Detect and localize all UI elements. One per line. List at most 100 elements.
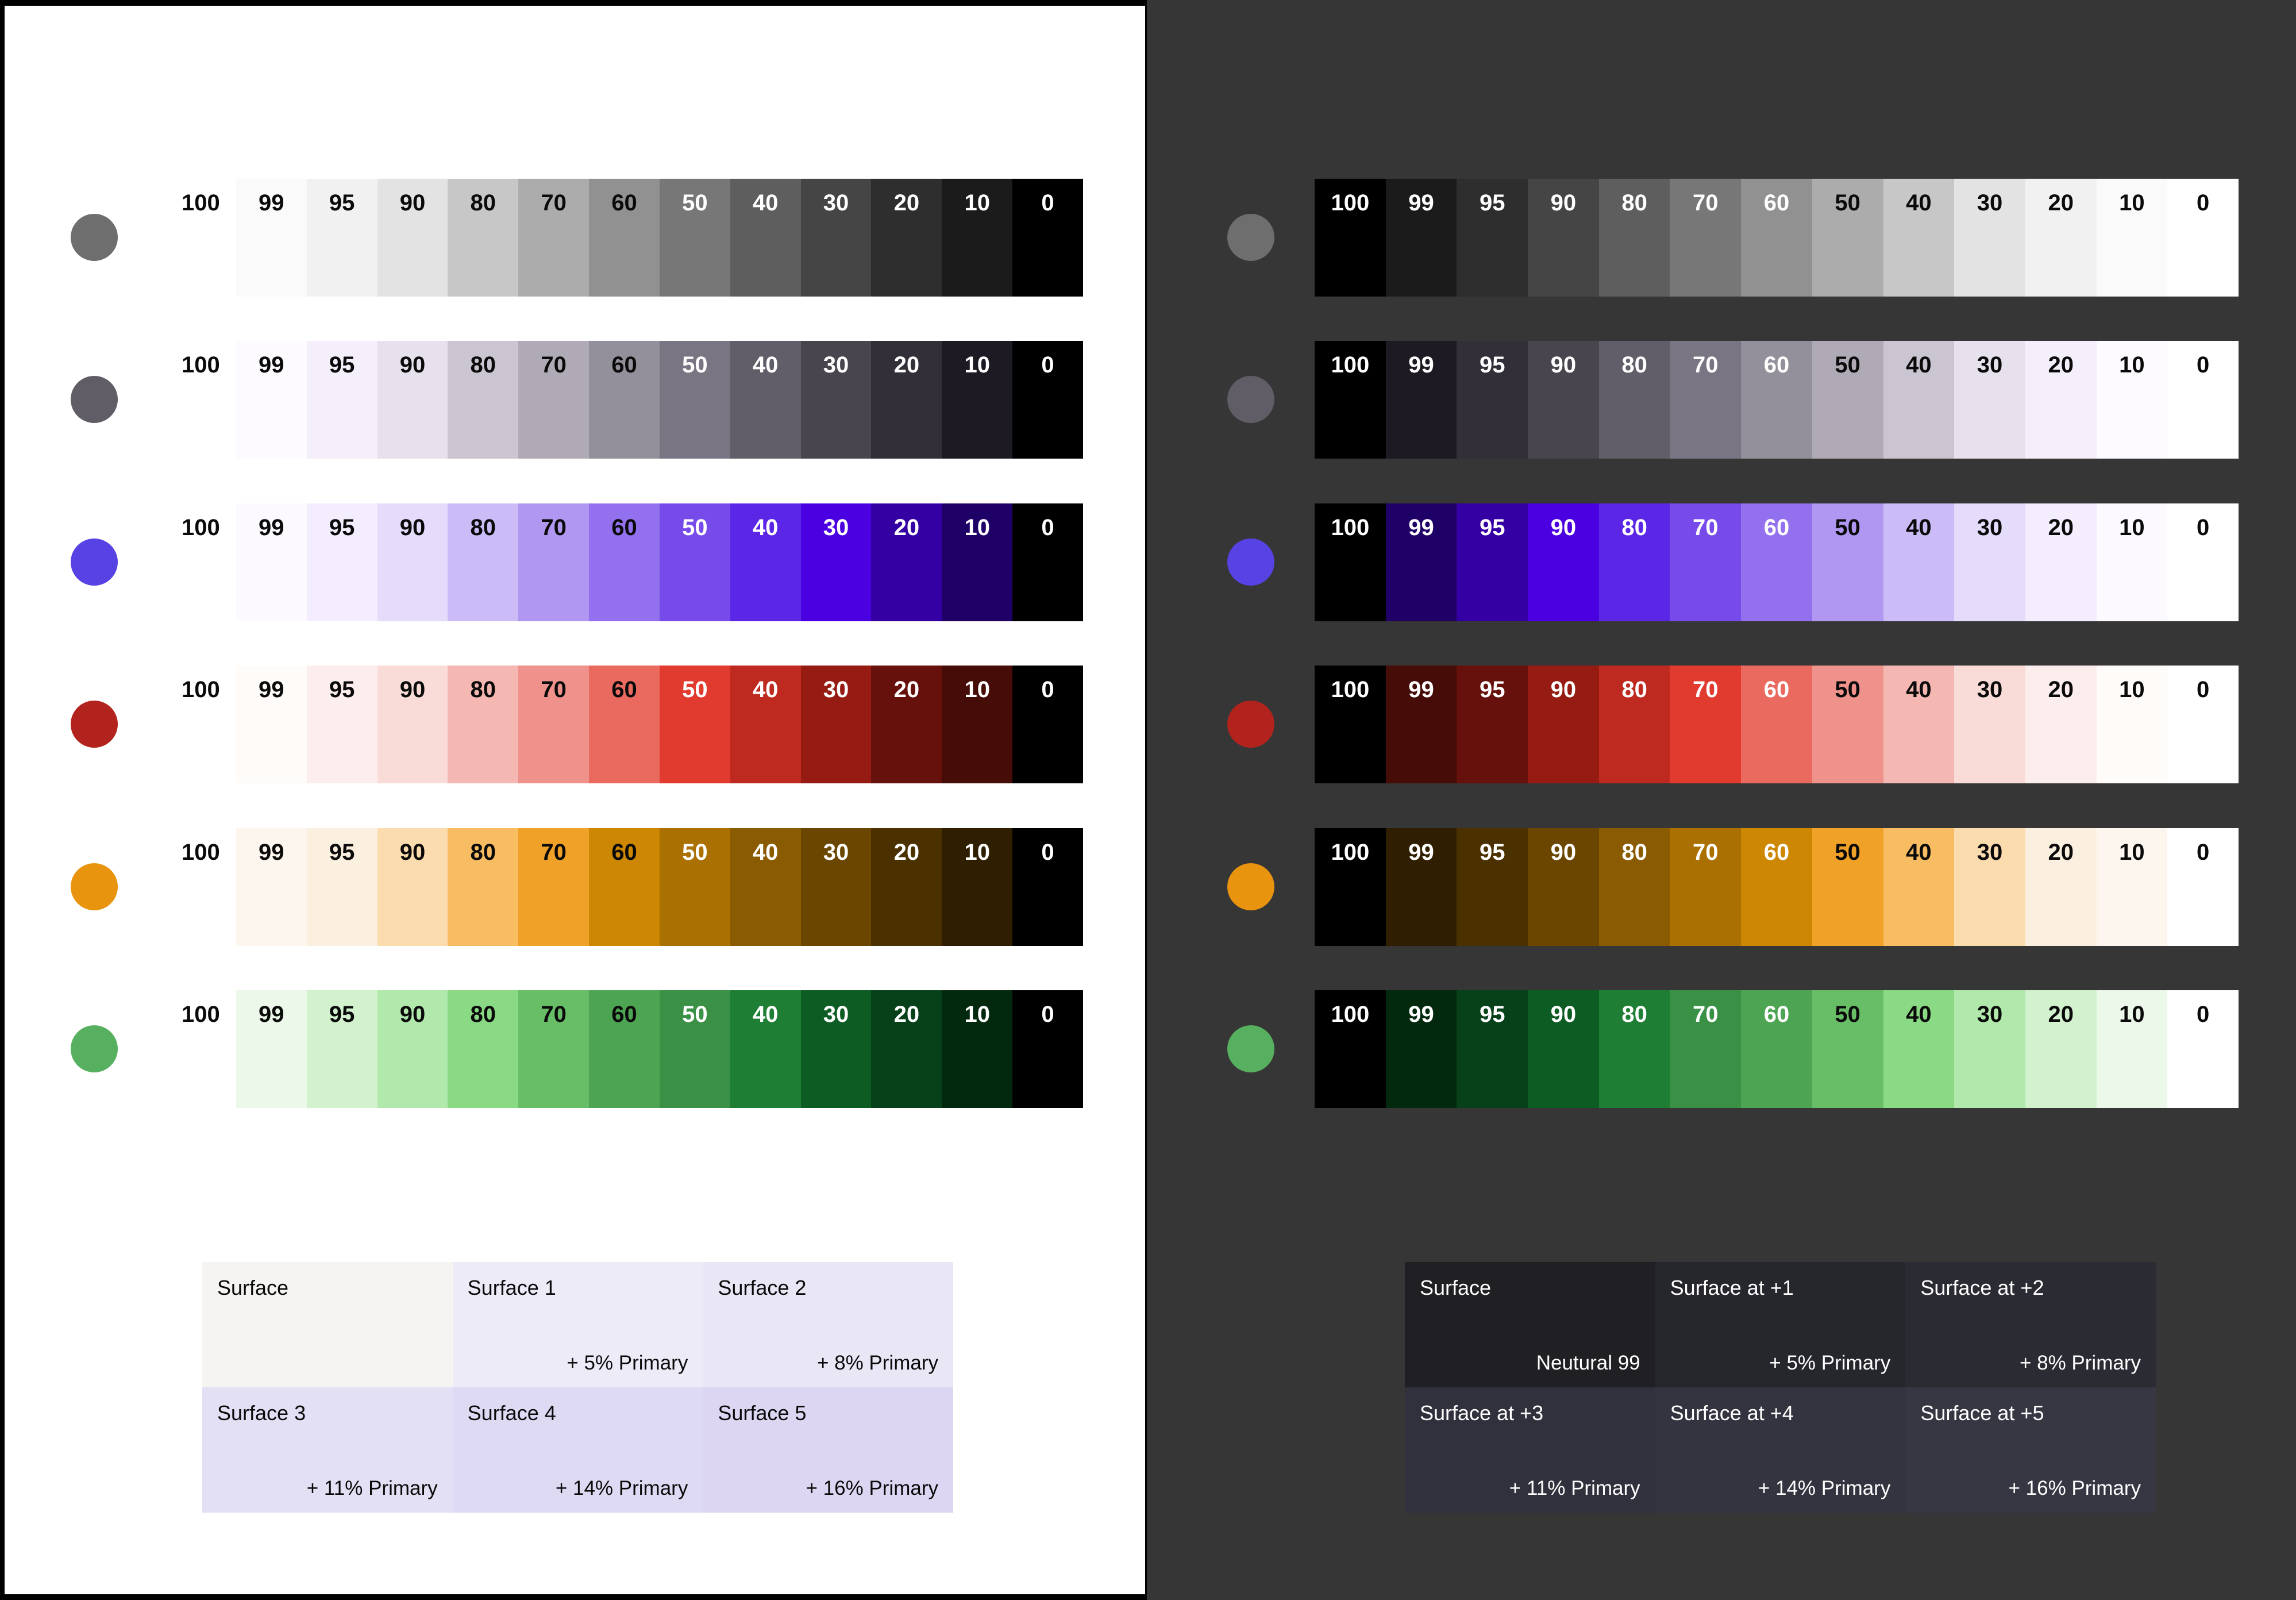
tone-label: 70 [1693,515,1719,540]
tone-label: 95 [329,840,355,865]
tone-label: 20 [2048,1002,2074,1027]
light-orange-swatch-40: 40 [730,828,801,946]
tone-label: 100 [182,677,220,702]
light-red-swatch-100: 100 [165,666,236,783]
tone-label: 10 [964,1002,990,1027]
dark-red-swatch-99: 99 [1385,666,1457,783]
surface-card-title: Surface at +4 [1670,1401,1794,1425]
light-neutral-variant-swatch-100: 100 [165,341,236,459]
tone-label: 50 [682,515,708,540]
light-neutral-swatch-30: 30 [800,179,872,297]
tone-label: 50 [1835,1002,1860,1027]
light-red-swatch-99: 99 [236,666,307,783]
light-surface-card: Surface 1 + 5% Primary [452,1262,703,1387]
light-neutral-variant-tonal-row: 100 99 95 90 80 70 60 50 40 30 20 10 0 [165,341,1083,459]
tone-label: 40 [1906,515,1932,540]
dark-primary-purple-swatch-100: 100 [1315,503,1386,621]
tone-label: 40 [752,677,779,702]
surface-card-note: + 5% Primary [567,1352,688,1374]
light-neutral-variant-swatch-10: 10 [942,341,1013,459]
surface-card-title: Surface [1420,1276,1492,1299]
dark-surface-grid: Surface Neutural 99 Surface at +1 + 5% Prim… [1405,1262,2156,1513]
surface-card-note: + 16% Primary [2008,1477,2141,1499]
tone-label: 70 [1693,677,1719,702]
tone-label: 100 [182,352,220,378]
tone-label: 70 [541,677,567,702]
surface-card-title: Surface [217,1276,289,1299]
tone-label: 60 [1763,1002,1790,1027]
light-red-swatch-90: 90 [377,666,448,783]
light-surface-card: Surface [202,1262,453,1387]
light-green-swatch-95: 95 [306,990,377,1108]
dark-primary-purple-swatch-60: 60 [1741,503,1812,621]
tone-label: 60 [611,515,637,540]
tone-label: 10 [2119,840,2145,865]
dark-green-swatch-60: 60 [1741,990,1812,1108]
light-neutral-variant-swatch-0: 0 [1012,341,1083,459]
tone-label: 60 [1763,515,1790,540]
light-primary-purple-swatch-10: 10 [942,503,1013,621]
light-primary-purple-swatch-20: 20 [871,503,942,621]
dark-neutral-variant-swatch-20: 20 [2025,341,2097,459]
tone-label: 30 [1977,1002,2003,1027]
dark-red-key-color-dot [1227,701,1274,748]
light-neutral-swatch-90: 90 [377,179,448,297]
light-green-swatch-70: 70 [518,990,590,1108]
light-neutral-swatch-70: 70 [518,179,590,297]
light-neutral-swatch-10: 10 [942,179,1013,297]
dark-neutral-variant-swatch-10: 10 [2096,341,2168,459]
tone-label: 90 [1550,1002,1577,1027]
tone-label: 90 [399,515,426,540]
dark-orange-key-color-dot [1227,863,1274,910]
light-green-swatch-0: 0 [1012,990,1083,1108]
tone-label: 50 [682,840,708,865]
light-surface-card: Surface 4 + 14% Primary [452,1387,703,1513]
light-orange-swatch-30: 30 [800,828,872,946]
tone-label: 30 [823,352,849,378]
dark-neutral-variant-swatch-60: 60 [1741,341,1812,459]
tone-label: 20 [893,515,920,540]
tone-label: 95 [1479,352,1505,378]
dark-orange-swatch-90: 90 [1528,828,1599,946]
light-orange-swatch-50: 50 [659,828,730,946]
dark-primary-purple-swatch-30: 30 [1954,503,2025,621]
tone-label: 100 [182,190,220,216]
dark-green-swatch-99: 99 [1385,990,1457,1108]
dark-primary-purple-swatch-20: 20 [2025,503,2097,621]
light-neutral-variant-key-color-dot [71,376,118,423]
tone-label: 99 [1408,1002,1434,1027]
light-primary-purple-swatch-50: 50 [659,503,730,621]
light-red-swatch-40: 40 [730,666,801,783]
dark-red-swatch-100: 100 [1315,666,1386,783]
tone-label: 70 [1693,190,1719,216]
tone-label: 0 [2196,190,2210,216]
light-primary-purple-swatch-60: 60 [589,503,660,621]
light-green-swatch-30: 30 [800,990,872,1108]
light-red-swatch-0: 0 [1012,666,1083,783]
light-neutral-swatch-100: 100 [165,179,236,297]
dark-red-swatch-70: 70 [1670,666,1742,783]
light-primary-purple-swatch-80: 80 [448,503,519,621]
tone-label: 50 [682,190,708,216]
light-orange-swatch-99: 99 [236,828,307,946]
tone-label: 30 [823,515,849,540]
light-orange-swatch-100: 100 [165,828,236,946]
light-neutral-variant-swatch-80: 80 [448,341,519,459]
light-neutral-variant-swatch-20: 20 [871,341,942,459]
tone-label: 0 [1041,352,1054,378]
light-neutral-swatch-95: 95 [306,179,377,297]
dark-neutral-swatch-80: 80 [1598,179,1670,297]
tone-label: 99 [259,840,284,865]
tone-label: 50 [682,352,708,378]
tone-label: 100 [1331,190,1370,216]
light-neutral-variant-swatch-50: 50 [659,341,730,459]
light-neutral-variant-swatch-60: 60 [589,341,660,459]
tone-label: 95 [1479,677,1505,702]
light-orange-tonal-row: 100 99 95 90 80 70 60 50 40 30 20 10 0 [165,828,1083,946]
dark-orange-swatch-70: 70 [1670,828,1742,946]
dark-green-swatch-70: 70 [1670,990,1742,1108]
tone-label: 30 [823,1002,849,1027]
light-neutral-variant-swatch-40: 40 [730,341,801,459]
dark-green-key-color-dot [1227,1025,1274,1072]
tone-label: 30 [823,677,849,702]
